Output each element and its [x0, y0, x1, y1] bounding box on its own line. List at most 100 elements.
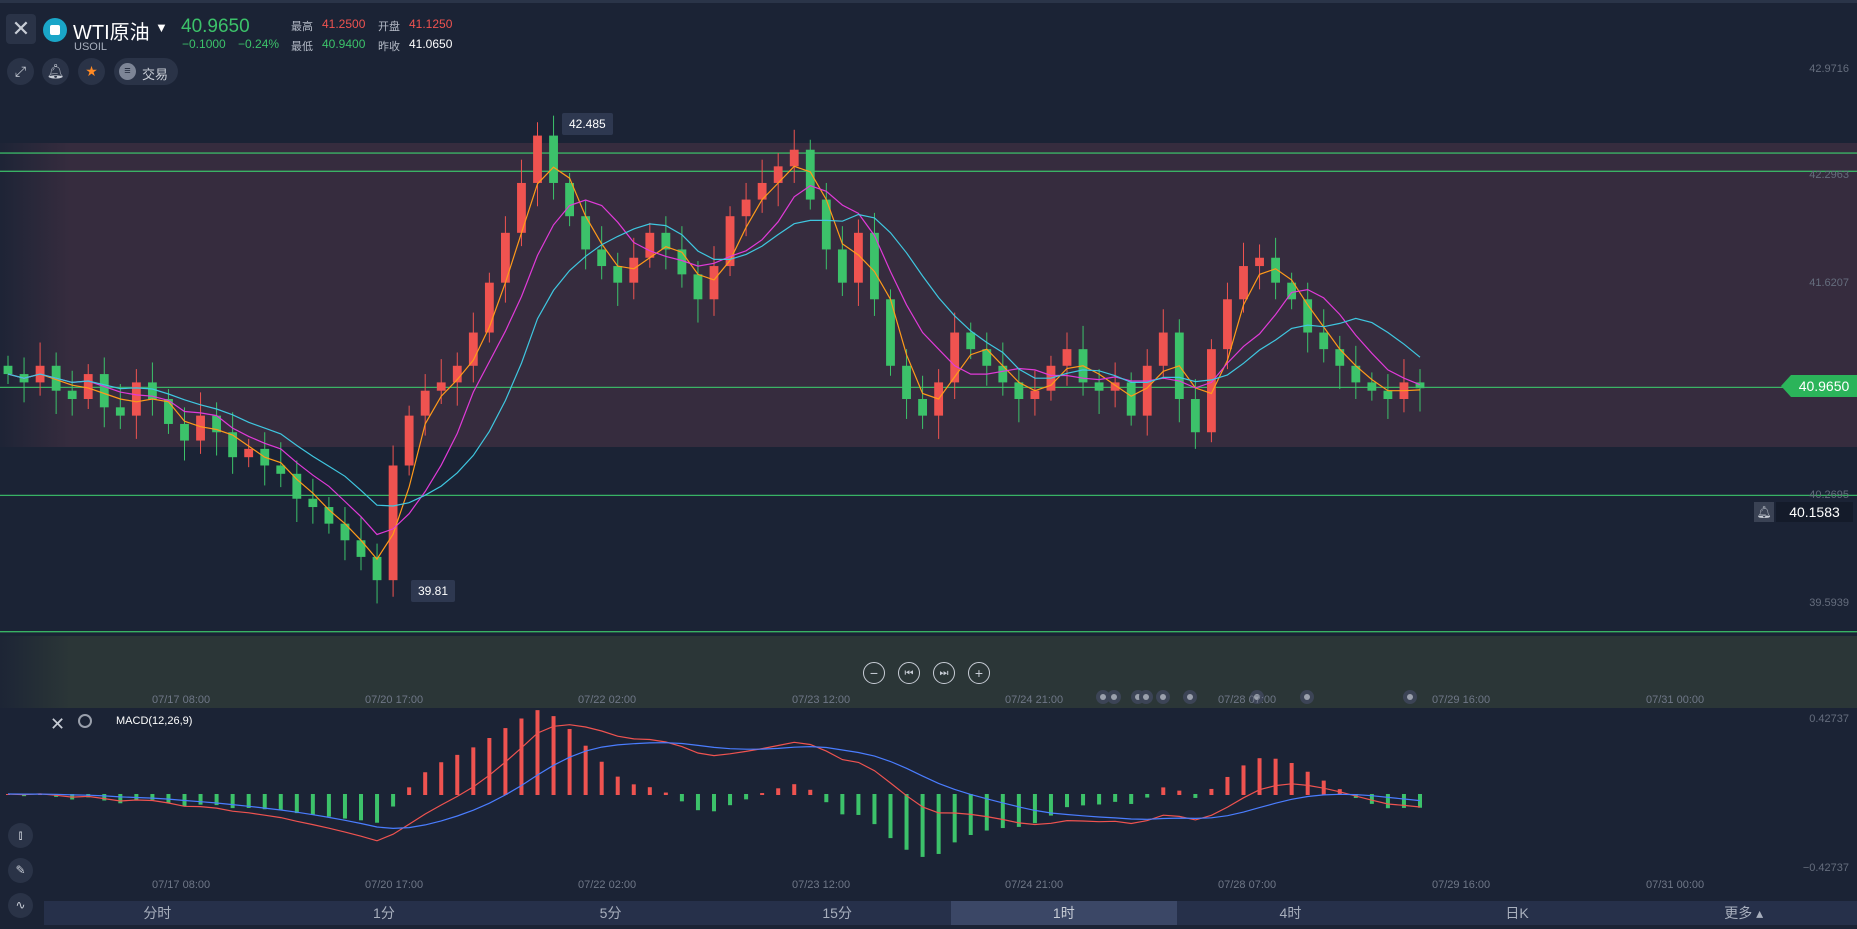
macd-histogram-bar: [423, 772, 428, 795]
event-marker[interactable]: [1107, 690, 1121, 704]
pencil-icon[interactable]: ✎: [8, 858, 33, 883]
candle-body: [709, 266, 719, 300]
candle-body: [1094, 382, 1104, 391]
candle-body: [83, 374, 93, 400]
low-callout: 39.81: [411, 580, 456, 602]
timeframe-tab[interactable]: 1分: [271, 901, 498, 925]
y-tick: 40.2695: [1809, 489, 1849, 501]
candle-body: [500, 232, 510, 283]
macd-histogram-bar: [631, 784, 636, 795]
event-marker[interactable]: [1183, 690, 1197, 704]
current-price-badge: 40.9650: [1781, 375, 1857, 397]
macd-bottom-tick: −0.42737: [1802, 862, 1849, 874]
candle-body: [99, 374, 109, 408]
macd-histogram-bar: [278, 794, 283, 811]
candle-body: [1030, 390, 1040, 400]
price-change: −0.1000: [182, 37, 226, 51]
macd-settings-icon[interactable]: [78, 714, 92, 728]
macd-histogram-bar: [663, 792, 668, 795]
macd-x-tick: 07/22 02:00: [578, 879, 637, 891]
x-tick: 07/22 02:00: [578, 694, 637, 706]
macd-histogram-bar: [1129, 794, 1134, 804]
candle-body: [436, 382, 446, 391]
star-icon[interactable]: ★: [78, 58, 105, 85]
macd-histogram-bar: [744, 794, 749, 800]
timeframe-bar: 分时 1分 5分 15分 1时 4时 日K 更多 ▴: [44, 901, 1857, 925]
candle-body: [1239, 266, 1248, 300]
macd-histogram-bar: [1209, 788, 1214, 795]
candle-body: [404, 415, 414, 466]
timeframe-tab[interactable]: 分时: [44, 901, 271, 925]
macd-histogram-bar: [1193, 794, 1198, 798]
y-tick: 39.5939: [1809, 597, 1849, 609]
trade-list-icon: ≡: [119, 63, 136, 80]
symbol-code: USOIL: [74, 41, 108, 53]
symbol-dropdown-caret-icon[interactable]: ▼: [155, 20, 168, 35]
macd-histogram-bar: [487, 738, 492, 795]
candle-body: [1062, 349, 1072, 366]
x-tick: 07/20 17:00: [365, 694, 424, 706]
candle-body: [308, 498, 318, 508]
open-value: 41.1250: [409, 17, 453, 31]
macd-histogram-bar: [888, 794, 893, 839]
candlestick-style-icon[interactable]: ⫾: [8, 823, 33, 848]
candle-body: [613, 266, 623, 283]
candle-body: [3, 365, 13, 375]
macd-histogram-bar: [1177, 790, 1182, 795]
macd-histogram-bar: [455, 754, 460, 795]
scroll-start-button[interactable]: ⏮: [898, 662, 920, 684]
macd-x-tick: 07/29 16:00: [1432, 879, 1491, 891]
macd-histogram-bar: [920, 794, 925, 857]
timeframe-tab-active[interactable]: 1时: [950, 901, 1178, 925]
candle-body: [918, 399, 928, 416]
candle-body: [549, 135, 558, 183]
macd-histogram-bar: [776, 788, 781, 795]
macd-histogram-bar: [872, 794, 877, 825]
indicator-icon[interactable]: ∿: [8, 893, 33, 918]
x-tick: 07/31 00:00: [1646, 694, 1705, 706]
macd-histogram-bar: [824, 794, 829, 803]
macd-histogram-bar: [342, 794, 347, 819]
y-tick: 42.2963: [1809, 169, 1849, 181]
event-marker[interactable]: [1300, 690, 1314, 704]
macd-histogram-bar: [1241, 765, 1246, 795]
macd-histogram-bar: [150, 794, 155, 800]
timeframe-tab[interactable]: 4时: [1177, 901, 1404, 925]
trade-button[interactable]: ≡ 交易: [114, 58, 178, 85]
close-button[interactable]: ✕: [6, 14, 36, 44]
macd-histogram-bar: [647, 787, 652, 795]
macd-histogram-bar: [1097, 794, 1102, 805]
macd-histogram-bar: [407, 787, 412, 795]
drawing-tool-icon[interactable]: ⤢: [7, 58, 34, 85]
event-marker[interactable]: [1139, 690, 1153, 704]
macd-histogram-bar: [551, 716, 556, 795]
timeframe-tab[interactable]: 15分: [724, 901, 951, 925]
candle-body: [1383, 390, 1393, 400]
x-tick: 07/29 16:00: [1432, 694, 1491, 706]
candle-body: [1367, 382, 1377, 391]
alert-price-label[interactable]: 40.1583: [1776, 502, 1853, 522]
alert-bell-icon[interactable]: 🔔︎: [1754, 502, 1774, 522]
macd-histogram-bar: [439, 762, 444, 795]
timeframe-more[interactable]: 更多 ▴: [1630, 901, 1857, 925]
price-chart[interactable]: [0, 0, 1857, 929]
timeframe-tab[interactable]: 5分: [497, 901, 724, 925]
macd-close-icon[interactable]: ✕: [50, 714, 65, 735]
zoom-in-button[interactable]: +: [968, 662, 990, 684]
timeframe-tab[interactable]: 日K: [1404, 901, 1631, 925]
macd-histogram-bar: [1225, 776, 1230, 795]
candle-body: [67, 390, 77, 400]
bell-icon[interactable]: 🔔︎: [42, 58, 69, 85]
macd-histogram-bar: [1081, 794, 1086, 806]
macd-histogram-bar: [326, 794, 331, 817]
zoom-out-button[interactable]: −: [863, 662, 885, 684]
candle-body: [1223, 299, 1232, 350]
event-marker[interactable]: [1403, 690, 1417, 704]
macd-histogram-bar: [1000, 794, 1005, 829]
scroll-end-button[interactable]: ⏭: [933, 662, 955, 684]
macd-histogram-bar: [535, 710, 540, 795]
event-marker[interactable]: [1156, 690, 1170, 704]
macd-histogram-bar: [1032, 794, 1037, 824]
macd-x-tick: 07/23 12:00: [792, 879, 851, 891]
macd-histogram-bar: [1161, 787, 1166, 795]
